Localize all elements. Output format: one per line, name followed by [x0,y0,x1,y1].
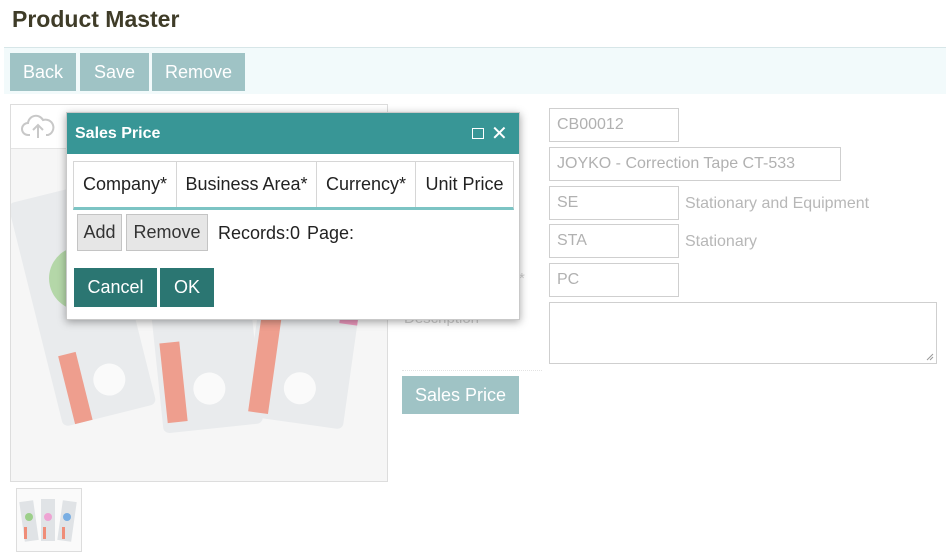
unit-code-field[interactable]: PC [549,263,679,297]
description-textarea[interactable] [549,302,937,364]
dialog-title: Sales Price [75,125,161,142]
column-header-company[interactable]: Company* [74,162,177,207]
cancel-button[interactable]: Cancel [74,268,157,307]
product-thumbnail[interactable] [16,488,82,552]
resize-grip-icon[interactable] [924,351,934,361]
add-row-button[interactable]: Add [77,214,122,251]
category-name-text: Stationary and Equipment [685,195,870,212]
maximize-icon[interactable] [472,128,484,139]
sales-price-button[interactable]: Sales Price [402,376,519,414]
page-indicator: Page: [307,223,355,243]
page-title: Product Master [12,6,180,32]
records-count: Records:0 [218,223,301,243]
divider-line [402,370,542,371]
close-icon[interactable]: ✕ [491,124,508,144]
remove-row-button[interactable]: Remove [126,214,208,251]
remove-button[interactable]: Remove [152,53,245,91]
grid-header: Company* Business Area* Currency* Unit P… [73,161,514,210]
group-code-field[interactable]: STA [549,224,679,258]
back-button[interactable]: Back [10,53,76,91]
dialog-header: Sales Price ✕ [67,113,519,154]
column-header-business-area[interactable]: Business Area* [177,162,317,207]
ok-button[interactable]: OK [160,268,214,307]
cloud-upload-icon[interactable] [21,113,55,146]
group-name-text: Stationary [685,233,758,250]
product-name-field[interactable]: JOYKO - Correction Tape CT-533 [549,147,841,181]
save-button[interactable]: Save [80,53,149,91]
category-code-field[interactable]: SE [549,186,679,220]
column-header-currency[interactable]: Currency* [317,162,416,207]
column-header-unit-price[interactable]: Unit Price [416,162,513,207]
product-code-field[interactable]: CB00012 [549,108,679,142]
sales-price-dialog: Sales Price ✕ Company* Business Area* Cu… [66,112,520,320]
toolbar: Back Save Remove [4,47,946,94]
